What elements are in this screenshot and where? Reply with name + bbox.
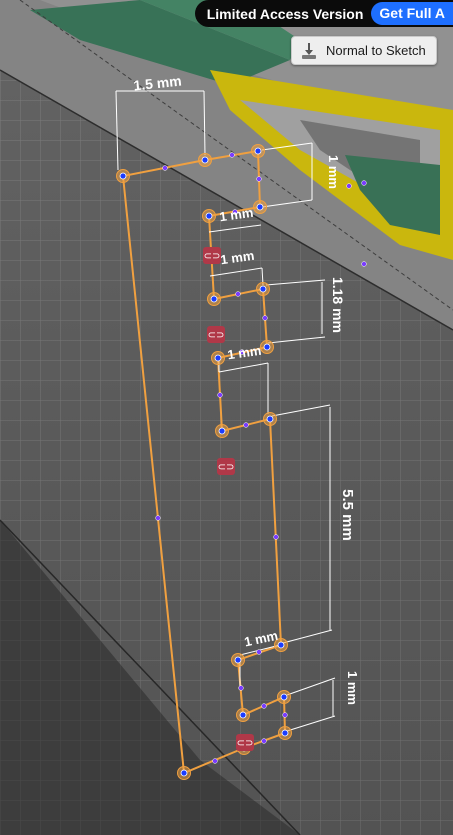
access-banner: Limited Access Version Get Full A bbox=[194, 0, 453, 27]
constraint-badge[interactable]: ⊂⊃ bbox=[236, 734, 254, 751]
sketch-point-center bbox=[239, 711, 247, 719]
sketch-point-center bbox=[259, 285, 267, 293]
get-full-access-button[interactable]: Get Full A bbox=[371, 2, 453, 25]
sketch-point-center bbox=[277, 641, 285, 649]
dim-tab2-height[interactable]: 1.18 mm bbox=[330, 277, 346, 333]
sketch-point-center bbox=[218, 427, 226, 435]
dim-span-height[interactable]: 5.5 mm bbox=[339, 489, 356, 541]
chain-link-icon: ⊂⊃ bbox=[204, 251, 221, 262]
normal-to-sketch-label: Normal to Sketch bbox=[326, 43, 426, 58]
dim-bottom-tab-height[interactable]: 1 mm bbox=[345, 671, 360, 705]
3d-viewport[interactable]: ⊂⊃ ⊂⊃ ⊂⊃ ⊂⊃ 1.5 mm 1 mm 1 mm 1 mm 1.18 m… bbox=[0, 0, 453, 835]
chain-link-icon: ⊂⊃ bbox=[208, 330, 225, 341]
sketch-point-center bbox=[214, 354, 222, 362]
chain-link-icon: ⊂⊃ bbox=[218, 462, 235, 473]
chain-link-icon: ⊂⊃ bbox=[237, 738, 254, 749]
constraint-badge[interactable]: ⊂⊃ bbox=[203, 247, 221, 264]
constraint-badge[interactable]: ⊂⊃ bbox=[207, 326, 225, 343]
dim-top-right-height[interactable]: 1 mm bbox=[326, 155, 341, 189]
sketch-point-center bbox=[263, 343, 271, 351]
sketch-point-center bbox=[280, 693, 288, 701]
banner-label: Limited Access Version bbox=[206, 5, 364, 22]
sketch-point-center bbox=[266, 415, 274, 423]
normal-to-sketch-button[interactable]: Normal to Sketch bbox=[291, 36, 437, 65]
sketch-point-center bbox=[119, 172, 127, 180]
sketch-point-center bbox=[256, 203, 264, 211]
sketch-point-center bbox=[201, 156, 209, 164]
sketch-point-center bbox=[180, 769, 188, 777]
sketch-point-center bbox=[210, 295, 218, 303]
sketch-plane bbox=[0, 0, 453, 835]
camera-down-icon bbox=[302, 42, 316, 59]
sketch-point-center bbox=[254, 147, 262, 155]
constraint-badge[interactable]: ⊂⊃ bbox=[217, 458, 235, 475]
sketch-point-center bbox=[205, 212, 213, 220]
sketch-point-center bbox=[234, 656, 242, 664]
sketch-point-center bbox=[281, 729, 289, 737]
